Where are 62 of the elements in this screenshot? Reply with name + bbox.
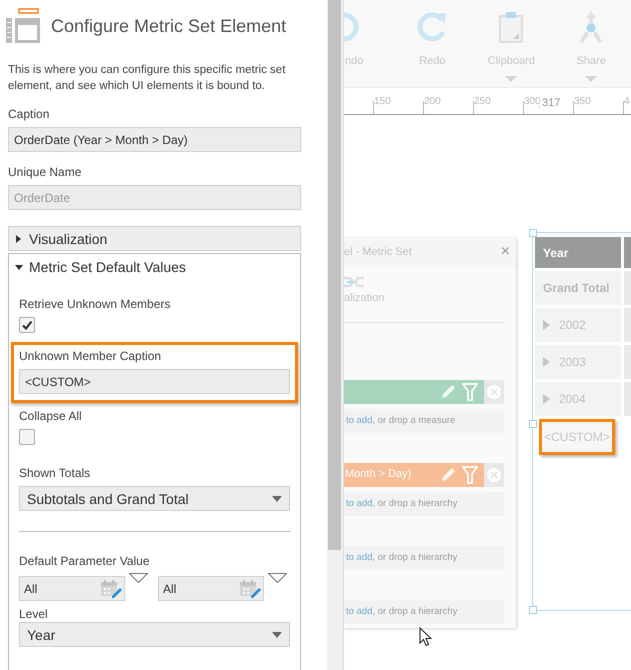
resize-handle[interactable] [529, 606, 537, 614]
add-link[interactable]: to add [346, 552, 372, 563]
caret-icon[interactable] [585, 76, 598, 82]
ruler-label: 4 [624, 96, 630, 107]
pencil-icon[interactable] [440, 467, 456, 483]
add-link[interactable]: to add [346, 498, 372, 509]
expand-icon[interactable] [543, 320, 551, 330]
column-header: Year [535, 237, 621, 268]
close-icon[interactable]: × [500, 243, 510, 261]
row-header-cell: Grand Total [535, 271, 621, 305]
checkbox[interactable] [19, 317, 35, 333]
pencil-icon[interactable] [440, 384, 456, 400]
field-label: Unknown Member Caption [19, 349, 162, 363]
field-label: Retrieve Unknown Members [19, 297, 172, 311]
drop-zone-text: to add, or drop a hierarchy [344, 492, 504, 516]
filter-icon[interactable] [462, 383, 478, 401]
ruler-label: 350 [574, 96, 591, 107]
ruler-label: 250 [474, 96, 491, 107]
remove-icon[interactable] [487, 468, 501, 482]
dropdown-triangle-icon[interactable] [129, 573, 148, 583]
ruler-label: 150 [374, 96, 391, 107]
field-label: Collapse All [19, 409, 83, 423]
field-label: Level [19, 607, 49, 621]
dropdown[interactable]: Year [19, 622, 290, 647]
text-field[interactable]: <CUSTOM> [19, 369, 290, 394]
drop-zone-text: to add, or drop a measure [344, 409, 504, 433]
field-label: Default Parameter Value [19, 554, 151, 568]
panel-layout-icon [5, 8, 41, 44]
caret-icon [272, 632, 282, 638]
resize-handle[interactable] [529, 420, 537, 428]
field-label: Unique Name [8, 165, 82, 179]
calendar-icon[interactable] [239, 578, 261, 598]
dropdown[interactable]: Subtotals and Grand Total [19, 486, 290, 511]
caret-icon [272, 496, 282, 502]
field-bar[interactable]: Month > Day) [344, 463, 504, 487]
clipboard-icon [499, 11, 524, 43]
checkbox[interactable] [19, 429, 35, 445]
scrollbar-thumb[interactable] [328, 0, 341, 550]
panel-title: Configure Metric Set Element [51, 16, 286, 36]
drop-zone-text: to add, or drop a hierarchy [344, 546, 504, 570]
dropdown-triangle-icon[interactable] [268, 573, 287, 583]
expand-icon[interactable] [543, 394, 551, 404]
section-header[interactable]: Visualization [8, 226, 301, 251]
date-field[interactable]: All [19, 576, 125, 601]
add-link[interactable]: to add [346, 415, 372, 426]
remove-icon[interactable] [487, 385, 501, 399]
description-text: This is where you can configure this specific metric set element, and see which UI elements it is bound to. [8, 63, 286, 94]
add-link[interactable]: to add [346, 606, 372, 617]
filter-icon[interactable] [462, 466, 478, 484]
field-label: Shown Totals [19, 466, 92, 480]
caret-icon[interactable] [505, 76, 518, 82]
ruler-label: 200 [424, 96, 441, 107]
bar-label: Month > Day) [345, 468, 412, 480]
expand-icon[interactable] [543, 357, 551, 367]
field-label: Caption [8, 107, 50, 121]
undo-icon [344, 10, 359, 44]
calendar-icon[interactable] [100, 578, 122, 598]
text-field[interactable]: OrderDate (Year > Month > Day) [8, 127, 301, 152]
drop-zone-text: to add, or drop a hierarchy [344, 600, 504, 624]
resize-handle[interactable] [529, 229, 537, 237]
share-icon [578, 11, 604, 43]
date-field[interactable]: All [158, 576, 264, 601]
